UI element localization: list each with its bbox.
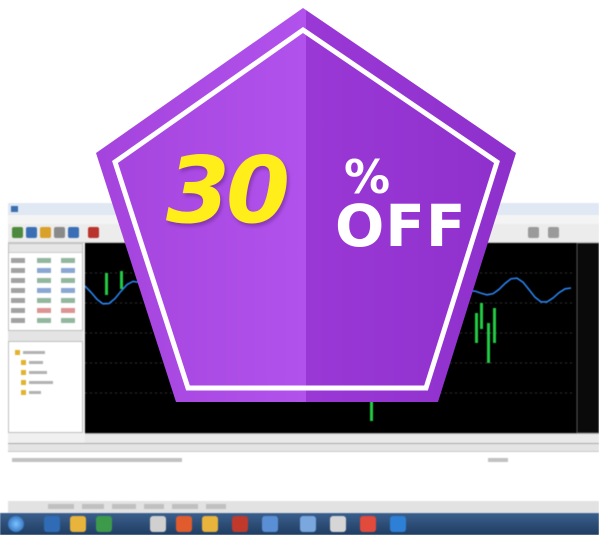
- discount-number: 30: [166, 137, 290, 244]
- off-label: OFF: [335, 192, 467, 260]
- discount-badge: [96, 8, 516, 402]
